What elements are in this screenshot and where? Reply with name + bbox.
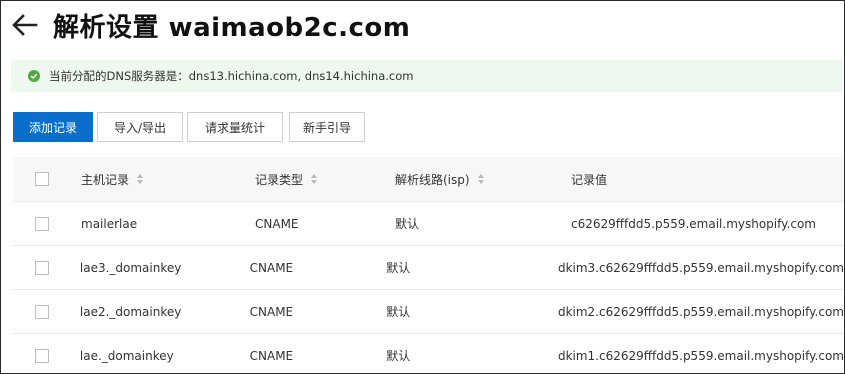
beginner-guide-button[interactable]: 新手引导 (289, 112, 365, 142)
line-cell: 默认 (386, 261, 411, 275)
type-cell: CNAME (249, 304, 294, 319)
line-cell: 默认 (386, 349, 411, 363)
host-cell: lae2._domainkey (79, 304, 182, 319)
table-row: lae._domainkey CNAME 默认 dkim1.c62629fffd… (13, 334, 844, 373)
column-header-host: 主机记录 (81, 172, 130, 187)
row-checkbox[interactable] (35, 304, 49, 319)
row-checkbox[interactable] (35, 216, 49, 231)
table-row: lae3._domainkey CNAME 默认 dkim3.c62629fff… (13, 246, 844, 290)
page-header: 解析设置 waimaob2c.com (11, 7, 410, 43)
value-cell: c62629fffdd5.p559.email.myshopify.com (571, 216, 816, 231)
host-cell: mailerlae (81, 216, 138, 231)
dns-server-notice: 当前分配的DNS服务器是：dns13.hichina.com, dns14.hi… (11, 60, 842, 92)
import-export-button[interactable]: 导入/导出 (97, 112, 183, 142)
table-header: 主机记录 记录类型 解析线路(isp) 记录值 (13, 157, 844, 202)
column-header-value: 记录值 (571, 172, 608, 187)
table-row: lae2._domainkey CNAME 默认 dkim2.c62629fff… (13, 290, 844, 334)
dns-records-table: 主机记录 记录类型 解析线路(isp) 记录值 mailerlae CNAME … (13, 157, 844, 373)
column-header-line: 解析线路(isp) (395, 172, 470, 187)
host-cell: lae3._domainkey (79, 260, 182, 275)
table-row: mailerlae CNAME 默认 c62629fffdd5.p559.ema… (13, 202, 844, 246)
column-header-type: 记录类型 (255, 172, 304, 187)
add-record-button[interactable]: 添加记录 (13, 112, 93, 142)
check-circle-icon (28, 70, 40, 82)
notice-text: 当前分配的DNS服务器是：dns13.hichina.com, dns14.hi… (49, 69, 414, 83)
sort-icon[interactable] (137, 174, 144, 184)
page-title: 解析设置 waimaob2c.com (53, 12, 411, 43)
line-cell: 默认 (386, 305, 411, 319)
toolbar: 添加记录 导入/导出 请求量统计 新手引导 (13, 112, 365, 142)
line-cell: 默认 (395, 217, 420, 231)
sort-icon[interactable] (477, 174, 484, 184)
value-cell: dkim1.c62629fffdd5.p559.email.myshopify.… (557, 348, 844, 363)
select-all-checkbox[interactable] (35, 172, 49, 186)
type-cell: CNAME (255, 216, 299, 231)
dns-settings-panel: 解析设置 waimaob2c.com 当前分配的DNS服务器是：dns13.hi… (0, 0, 845, 374)
type-cell: CNAME (249, 260, 294, 275)
type-cell: CNAME (249, 348, 294, 363)
request-stats-button[interactable]: 请求量统计 (187, 112, 283, 142)
host-cell: lae._domainkey (79, 348, 174, 363)
value-cell: dkim2.c62629fffdd5.p559.email.myshopify.… (557, 304, 844, 319)
sort-icon[interactable] (311, 174, 318, 184)
value-cell: dkim3.c62629fffdd5.p559.email.myshopify.… (557, 260, 844, 275)
row-checkbox[interactable] (35, 348, 49, 363)
back-arrow-icon[interactable] (11, 11, 39, 39)
row-checkbox[interactable] (35, 260, 49, 275)
